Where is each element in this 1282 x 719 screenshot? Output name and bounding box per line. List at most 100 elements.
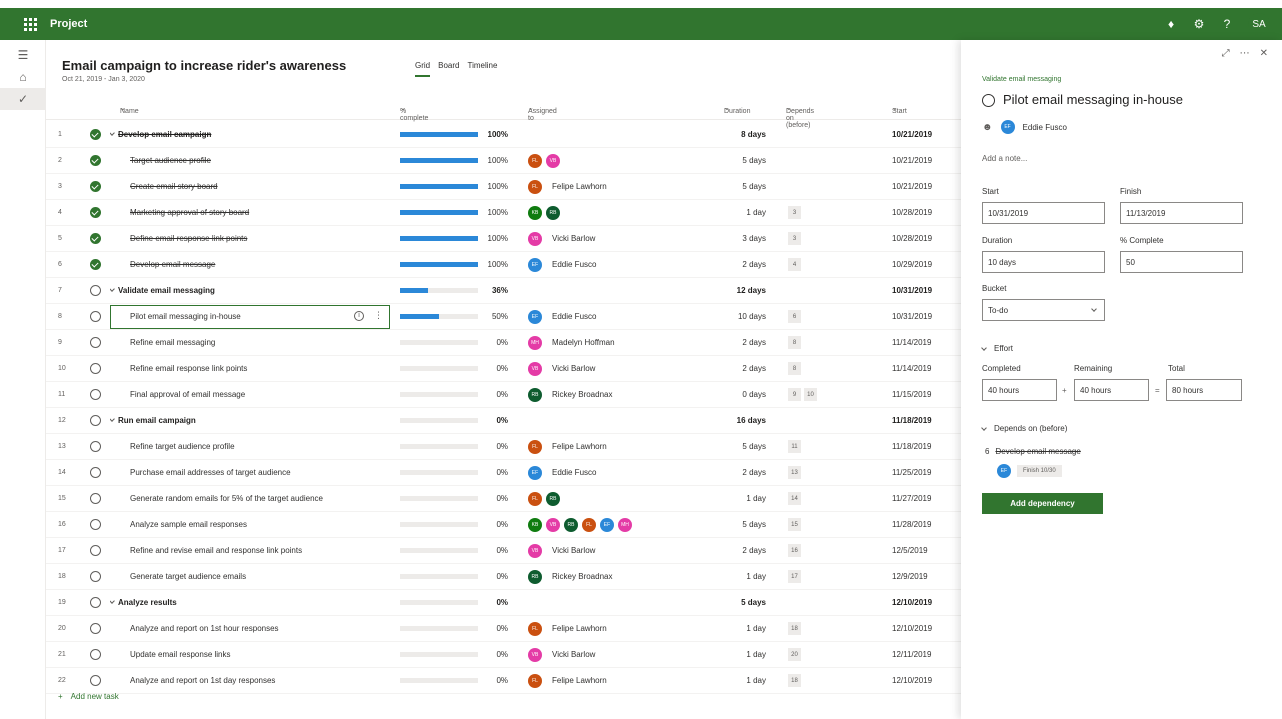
pct-complete-field[interactable]: 50: [1120, 251, 1243, 273]
assignee-avatars[interactable]: VB: [528, 362, 542, 376]
completed-field[interactable]: 40 hours: [982, 379, 1057, 401]
start-date[interactable]: 11/15/2019: [892, 390, 931, 399]
col-pct[interactable]: % complete ⌄: [400, 104, 428, 122]
assignee-name[interactable]: Vicki Barlow: [552, 650, 595, 659]
dependency-item[interactable]: 6 Develop email message: [985, 447, 1081, 456]
assignee-name[interactable]: Felipe Lawhorn: [552, 182, 607, 191]
task-name[interactable]: Purchase email addresses of target audie…: [130, 468, 400, 477]
task-complete-checkbox[interactable]: [90, 441, 101, 452]
start-date[interactable]: 12/10/2019: [892, 676, 932, 685]
task-complete-checkbox[interactable]: [90, 519, 101, 530]
table-row[interactable]: 5 Define email response link points 100% VB…: [46, 226, 961, 252]
task-complete-checkbox[interactable]: [90, 207, 101, 218]
percent-complete[interactable]: 0%: [484, 572, 508, 581]
assignee-avatars[interactable]: FL RB: [528, 492, 560, 506]
dependencies[interactable]: 4: [788, 258, 801, 271]
assignee-avatars[interactable]: EF: [528, 310, 542, 324]
chevron-down-icon[interactable]: [110, 130, 115, 136]
dependencies[interactable]: 18: [788, 674, 801, 687]
table-row[interactable]: 16 Analyze sample email responses 0% KB VB RB…: [46, 512, 961, 538]
duration[interactable]: 2 days: [696, 468, 766, 477]
percent-complete[interactable]: 50%: [484, 312, 508, 321]
start-date[interactable]: 11/28/2019: [892, 520, 931, 529]
col-depends[interactable]: Depends on (before) ⌄: [786, 104, 814, 129]
dependencies[interactable]: 16: [788, 544, 801, 557]
task-name[interactable]: Develop email campaign: [110, 130, 380, 139]
start-date[interactable]: 10/31/2019: [892, 312, 932, 321]
percent-complete[interactable]: 0%: [484, 468, 508, 477]
assignee-avatars[interactable]: KB RB: [528, 206, 560, 220]
table-row[interactable]: 22 Analyze and report on 1st day response…: [46, 668, 961, 694]
task-name[interactable]: Analyze and report on 1st day responses: [130, 676, 400, 685]
app-launcher-icon[interactable]: [20, 14, 40, 34]
duration[interactable]: 5 days: [696, 598, 766, 607]
table-row[interactable]: 8 Pilot email messaging in-house i ⋮ 50% EF Ed…: [46, 304, 961, 330]
table-row[interactable]: 11 Final approval of email message 0% RB Ric…: [46, 382, 961, 408]
dependencies[interactable]: 3: [788, 232, 801, 245]
task-complete-checkbox[interactable]: [90, 415, 101, 426]
duration[interactable]: 3 days: [696, 234, 766, 243]
table-row[interactable]: 14 Purchase email addresses of target aud…: [46, 460, 961, 486]
percent-complete[interactable]: 0%: [484, 390, 508, 399]
task-complete-checkbox[interactable]: [90, 337, 101, 348]
dependencies[interactable]: 11: [788, 440, 801, 453]
start-date[interactable]: 11/25/2019: [892, 468, 931, 477]
task-title[interactable]: Pilot email messaging in-house: [1003, 92, 1183, 107]
task-name[interactable]: Analyze and report on 1st hour responses: [130, 624, 400, 633]
more-icon[interactable]: ⋯: [1240, 48, 1250, 59]
assignee-name[interactable]: Rickey Broadnax: [552, 572, 612, 581]
hamburger-icon[interactable]: ☰: [0, 44, 46, 66]
bell-icon[interactable]: ♦: [1164, 17, 1178, 31]
task-name[interactable]: Refine and revise email and response lin…: [130, 546, 400, 555]
table-row[interactable]: 1 Develop email campaign 100% 8 days 10/21/2…: [46, 122, 961, 148]
percent-complete[interactable]: 0%: [484, 520, 508, 529]
task-complete-checkbox[interactable]: [90, 311, 101, 322]
dependencies[interactable]: 9 10: [788, 388, 817, 401]
table-row[interactable]: 18 Generate target audience emails 0% RB Ric…: [46, 564, 961, 590]
depends-section-toggle[interactable]: Depends on (before): [981, 424, 1067, 433]
task-complete-checkbox[interactable]: [90, 181, 101, 192]
table-row[interactable]: 12 Run email campaign 0% 16 days 11/18/2019: [46, 408, 961, 434]
task-name[interactable]: Generate random emails for 5% of the tar…: [130, 494, 400, 503]
start-date[interactable]: 10/29/2019: [892, 260, 932, 269]
task-name[interactable]: Refine email messaging: [130, 338, 400, 347]
tab-board[interactable]: Board: [438, 61, 459, 70]
chevron-down-icon[interactable]: [110, 598, 115, 604]
percent-complete[interactable]: 0%: [484, 624, 508, 633]
assignee-avatars[interactable]: VB: [528, 232, 542, 246]
table-row[interactable]: 20 Analyze and report on 1st hour respons…: [46, 616, 961, 642]
task-complete-checkbox[interactable]: [90, 597, 101, 608]
user-avatar[interactable]: SA: [1248, 13, 1270, 35]
task-complete-checkbox[interactable]: [90, 155, 101, 166]
table-row[interactable]: 3 Create email story board 100% FL Felipe La…: [46, 174, 961, 200]
start-date[interactable]: 12/9/2019: [892, 572, 928, 581]
assignee-name[interactable]: Eddie Fusco: [552, 260, 596, 269]
table-row[interactable]: 6 Develop email message 100% EF Eddie Fusco 2…: [46, 252, 961, 278]
table-row[interactable]: 21 Update email response links 0% VB Vicki B…: [46, 642, 961, 668]
task-name[interactable]: Generate target audience emails: [130, 572, 400, 581]
percent-complete[interactable]: 0%: [484, 442, 508, 451]
duration-field[interactable]: 10 days: [982, 251, 1105, 273]
task-name[interactable]: Define email response link points: [130, 234, 400, 243]
duration[interactable]: 10 days: [696, 312, 766, 321]
assignee-avatars[interactable]: VB: [528, 544, 542, 558]
assignee-row[interactable]: ☻ EF Eddie Fusco: [982, 120, 1067, 134]
help-icon[interactable]: ?: [1220, 17, 1234, 31]
table-row[interactable]: 9 Refine email messaging 0% MH Madelyn Hoffm…: [46, 330, 961, 356]
duration[interactable]: 0 days: [696, 390, 766, 399]
table-row[interactable]: 7 Validate email messaging 36% 12 days 10/31…: [46, 278, 961, 304]
task-complete-checkbox[interactable]: [982, 94, 995, 107]
percent-complete[interactable]: 0%: [484, 650, 508, 659]
duration[interactable]: 1 day: [696, 676, 766, 685]
assignee-avatars[interactable]: MH: [528, 336, 542, 350]
duration[interactable]: 1 day: [696, 494, 766, 503]
task-name[interactable]: Refine email response link points: [130, 364, 400, 373]
more-icon[interactable]: ⋮: [374, 310, 383, 321]
task-name[interactable]: Run email campaign: [110, 416, 380, 425]
task-complete-checkbox[interactable]: [90, 233, 101, 244]
task-complete-checkbox[interactable]: [90, 389, 101, 400]
assignee-avatars[interactable]: EF: [528, 258, 542, 272]
dependencies[interactable]: 13: [788, 466, 801, 479]
chevron-down-icon[interactable]: [110, 286, 115, 292]
duration[interactable]: 2 days: [696, 260, 766, 269]
